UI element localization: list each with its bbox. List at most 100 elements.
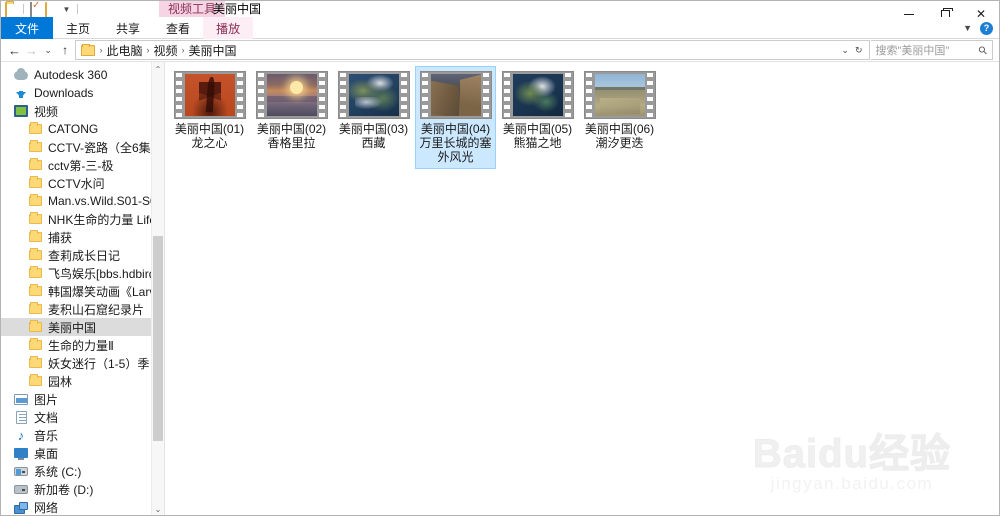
- breadcrumb-bar[interactable]: › 此电脑 › 视频 › 美丽中国 ⌄ ↻: [74, 40, 870, 60]
- explorer-body: Autodesk 360 Downloads 视频 CATONG CCTV-瓷路（全6集…: [1, 61, 999, 515]
- refresh-icon[interactable]: ↻: [855, 45, 863, 56]
- sidebar-item-label: 文档: [34, 410, 59, 425]
- scroll-down-arrow[interactable]: ⌄: [152, 502, 164, 515]
- watermark-url: jingyan.baidu.com: [770, 474, 934, 493]
- chevron-down-icon[interactable]: ⌄: [841, 45, 849, 56]
- folder-icon: [27, 247, 43, 263]
- tab-view[interactable]: 查看: [153, 17, 203, 39]
- sidebar-item-23[interactable]: 新加卷 (D:): [1, 480, 164, 498]
- file-tile[interactable]: 美丽中国(02)香格里拉: [251, 66, 332, 169]
- file-tile[interactable]: 美丽中国(04)万里长城的塞外风光: [415, 66, 496, 169]
- search-input[interactable]: 搜索"美丽中国": [876, 42, 979, 58]
- sidebar-item-1[interactable]: Downloads: [1, 84, 164, 102]
- file-list-pane[interactable]: 美丽中国(01)龙之心 美丽中国(02)香格里拉 美丽中国(03)西藏 美丽中国(04…: [165, 62, 999, 515]
- thumbnail-frame: [512, 74, 563, 116]
- sidebar-item-label: 系统 (C:): [34, 464, 82, 479]
- window-title: 美丽中国: [213, 2, 262, 16]
- sidebar-item-19[interactable]: 文档: [1, 408, 164, 426]
- sidebar-item-4[interactable]: CCTV-瓷路（全6集）: [1, 138, 164, 156]
- sidebar-item-11[interactable]: 飞鸟娱乐[bbs.hdbird.com].: [1, 264, 164, 282]
- file-tile[interactable]: 美丽中国(05)熊猫之地: [497, 66, 578, 169]
- sidebar-item-label: CATONG: [48, 122, 99, 136]
- sidebar-item-9[interactable]: 捕获: [1, 228, 164, 246]
- file-name-label: 美丽中国(03)西藏: [338, 122, 409, 150]
- tab-file[interactable]: 文件: [1, 17, 54, 39]
- video-thumbnail: [501, 71, 574, 119]
- sidebar-item-label: Downloads: [34, 86, 94, 100]
- new-folder-icon[interactable]: [45, 1, 58, 18]
- file-name-label: 美丽中国(01)龙之心: [174, 122, 245, 150]
- sidebar-item-label: 新加卷 (D:): [34, 482, 94, 497]
- back-button[interactable]: ←: [7, 40, 22, 60]
- sidebar-item-label: 韩国爆笑动画《Larva》小虫: [48, 284, 162, 299]
- scroll-up-arrow[interactable]: ⌃: [152, 62, 164, 76]
- video-thumbnail: [255, 71, 328, 119]
- up-button[interactable]: ↑: [58, 40, 73, 60]
- tab-home[interactable]: 主页: [53, 17, 103, 39]
- sidebar-item-label: 园林: [48, 374, 73, 389]
- help-icon[interactable]: ?: [980, 21, 993, 35]
- film-sprocket-right: [482, 71, 491, 119]
- sidebar-item-22[interactable]: 系统 (C:): [1, 462, 164, 480]
- thumbnail-frame: [184, 74, 235, 116]
- file-name-label: 美丽中国(04)万里长城的塞外风光: [419, 122, 492, 164]
- sidebar-item-label: CCTV-瓷路（全6集）: [48, 140, 162, 155]
- sidebar-scrollbar[interactable]: ⌃ ⌄: [151, 62, 164, 515]
- sidebar-item-5[interactable]: cctv第-三-极: [1, 156, 164, 174]
- sidebar-item-15[interactable]: 生命的力量Ⅱ: [1, 336, 164, 354]
- quick-access-toolbar: ▼: [1, 1, 80, 18]
- breadcrumb-this-pc[interactable]: 此电脑: [104, 42, 146, 59]
- sidebar-item-24[interactable]: 网络: [1, 498, 164, 515]
- folder-icon: [27, 301, 43, 317]
- file-tile[interactable]: 美丽中国(03)西藏: [333, 66, 414, 169]
- sidebar-item-3[interactable]: CATONG: [1, 120, 164, 138]
- breadcrumb-current-folder[interactable]: 美丽中国: [186, 42, 240, 59]
- film-sprocket-left: [421, 71, 430, 119]
- sidebar-item-7[interactable]: Man.vs.Wild.S01-S07.MiXE: [1, 192, 164, 210]
- film-sprocket-right: [318, 71, 327, 119]
- film-sprocket-right: [236, 71, 245, 119]
- sidebar-item-12[interactable]: 韩国爆笑动画《Larva》小虫: [1, 282, 164, 300]
- video-thumbnail: [583, 71, 656, 119]
- chevron-down-icon[interactable]: ▼: [61, 3, 72, 16]
- sidebar-item-label: Autodesk 360: [34, 68, 108, 82]
- sidebar-item-10[interactable]: 查莉成长日记: [1, 246, 164, 264]
- sidebar-item-label: 生命的力量Ⅱ: [48, 338, 114, 353]
- sidebar-item-6[interactable]: CCTV水问: [1, 174, 164, 192]
- sidebar-item-18[interactable]: 图片: [1, 390, 164, 408]
- chevron-down-icon[interactable]: ▼: [963, 23, 972, 33]
- folder-icon: [27, 319, 43, 335]
- download-icon: [13, 85, 29, 101]
- tab-play[interactable]: 播放: [203, 17, 254, 39]
- scrollbar-thumb[interactable]: [153, 236, 163, 441]
- file-tile[interactable]: 美丽中国(06)潮汐更迭: [579, 66, 660, 169]
- title-bar: ▼ 视频工具 美丽中国 ✕: [1, 1, 999, 21]
- sidebar-item-label: 网络: [34, 500, 59, 515]
- tab-share[interactable]: 共享: [103, 17, 153, 39]
- sidebar-item-20[interactable]: ♪ 音乐: [1, 426, 164, 444]
- folder-icon: [27, 211, 43, 227]
- sidebar-item-label: 飞鸟娱乐[bbs.hdbird.com].: [48, 266, 162, 281]
- breadcrumb-right-controls: ⌄ ↻: [841, 45, 866, 56]
- sidebar-item-label: 妖女迷行（1-5）季: [48, 356, 150, 371]
- sidebar-item-label: CCTV水问: [48, 176, 105, 191]
- sidebar-item-label: 麦积山石窟纪录片: [48, 302, 145, 317]
- folder-icon: [27, 373, 43, 389]
- pictures-icon: [13, 391, 29, 407]
- properties-icon[interactable]: [29, 1, 42, 18]
- sidebar-item-21[interactable]: 桌面: [1, 444, 164, 462]
- file-tile[interactable]: 美丽中国(01)龙之心: [169, 66, 250, 169]
- folder-icon[interactable]: [5, 1, 18, 18]
- film-sprocket-left: [339, 71, 348, 119]
- sidebar-item-2[interactable]: 视频: [1, 102, 164, 120]
- sidebar-item-17[interactable]: 园林: [1, 372, 164, 390]
- breadcrumb-videos[interactable]: 视频: [151, 42, 181, 59]
- sidebar-item-13[interactable]: 麦积山石窟纪录片: [1, 300, 164, 318]
- search-box[interactable]: 搜索"美丽中国" ⚲: [870, 40, 994, 60]
- sidebar-item-14[interactable]: 美丽中国: [1, 318, 164, 336]
- sidebar-item-16[interactable]: 妖女迷行（1-5）季: [1, 354, 164, 372]
- sidebar-item-8[interactable]: NHK生命的力量 Life Forcel: [1, 210, 164, 228]
- recent-locations-button[interactable]: ⌄: [41, 40, 56, 60]
- forward-button[interactable]: →: [24, 40, 39, 60]
- sidebar-item-0[interactable]: Autodesk 360: [1, 66, 164, 84]
